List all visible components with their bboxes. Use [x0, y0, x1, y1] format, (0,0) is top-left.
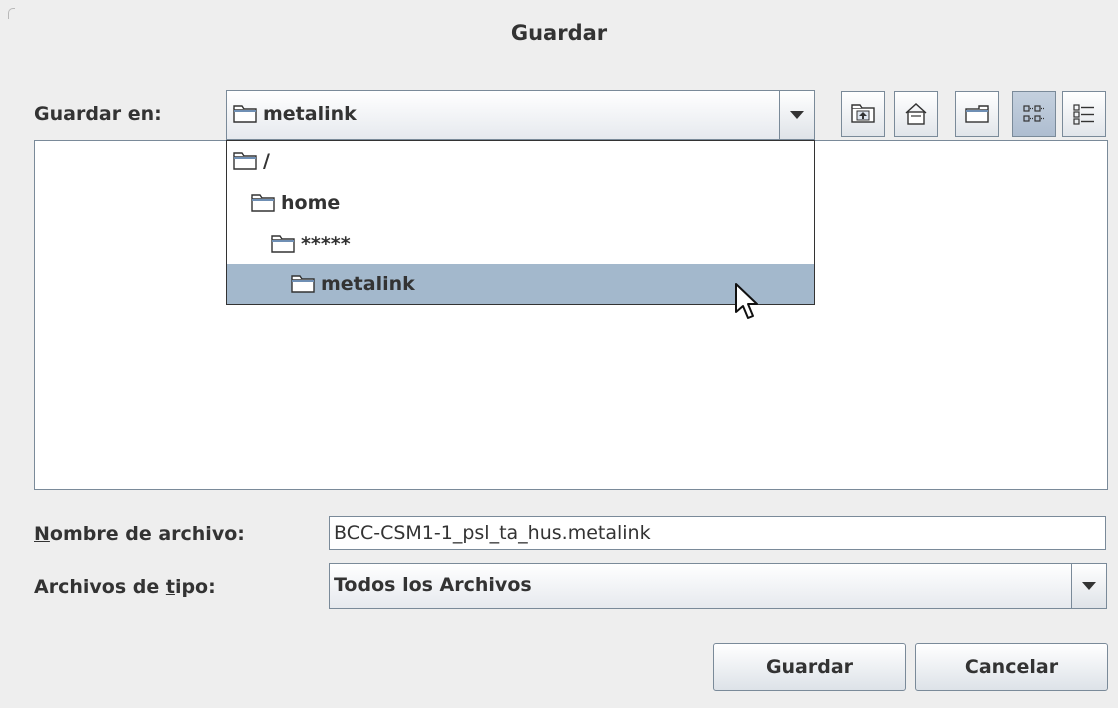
- save-in-selected-text: metalink: [263, 103, 357, 125]
- details-view-button[interactable]: [1062, 91, 1106, 137]
- file-type-label-post: ipo:: [174, 576, 216, 598]
- save-in-dropdown-button[interactable]: [779, 91, 814, 139]
- new-folder-icon: [965, 105, 989, 123]
- folder-icon: [291, 275, 315, 293]
- up-one-level-button[interactable]: [841, 91, 885, 137]
- cancel-button[interactable]: Cancelar: [915, 643, 1108, 691]
- path-item-home[interactable]: home: [227, 183, 814, 223]
- folder-icon: [271, 235, 295, 253]
- path-item-label: metalink: [321, 273, 415, 295]
- list-view-button[interactable]: [1012, 91, 1056, 137]
- filename-label: Nombre de archivo:: [34, 523, 245, 545]
- filename-label-mnemonic: N: [34, 523, 50, 545]
- file-type-label-mnemonic: t: [165, 576, 175, 598]
- folder-icon: [251, 194, 275, 212]
- file-type-label-pre: Archivos de: [34, 576, 166, 598]
- chevron-down-icon: [1082, 582, 1096, 590]
- folder-icon: [233, 152, 257, 170]
- filename-label-text: ombre de archivo:: [49, 523, 245, 545]
- path-item-metalink[interactable]: metalink: [227, 264, 814, 304]
- save-button[interactable]: Guardar: [713, 643, 906, 691]
- path-item-label: home: [281, 192, 341, 214]
- dialog-title: Guardar: [510, 21, 608, 45]
- home-icon: [905, 102, 927, 125]
- mouse-cursor-icon: [735, 283, 758, 319]
- path-item-root[interactable]: /: [227, 141, 814, 181]
- folder-up-icon: [851, 104, 875, 123]
- save-in-label: Guardar en:: [34, 103, 162, 125]
- file-type-dropdown-button[interactable]: [1071, 564, 1106, 608]
- chevron-down-icon: [790, 111, 804, 119]
- save-in-combo[interactable]: metalink: [226, 90, 815, 140]
- file-type-label: Archivos de tipo:: [34, 576, 216, 598]
- window-corner: [8, 8, 15, 19]
- path-dropdown-list: / home ***** metalink: [226, 140, 815, 305]
- details-view-icon: [1073, 104, 1094, 125]
- save-in-value: metalink: [233, 103, 357, 125]
- file-type-selected: Todos los Archivos: [334, 574, 532, 596]
- new-folder-button[interactable]: [955, 91, 999, 137]
- folder-icon: [233, 105, 257, 123]
- file-type-combo[interactable]: Todos los Archivos: [329, 563, 1107, 609]
- path-item-label: /: [263, 150, 270, 172]
- path-item-label: *****: [301, 233, 351, 255]
- path-item-user[interactable]: *****: [227, 224, 814, 264]
- list-view-icon: [1023, 105, 1044, 122]
- filename-input[interactable]: BCC-CSM1-1_psl_ta_hus.metalink: [329, 516, 1106, 550]
- home-button[interactable]: [894, 91, 938, 137]
